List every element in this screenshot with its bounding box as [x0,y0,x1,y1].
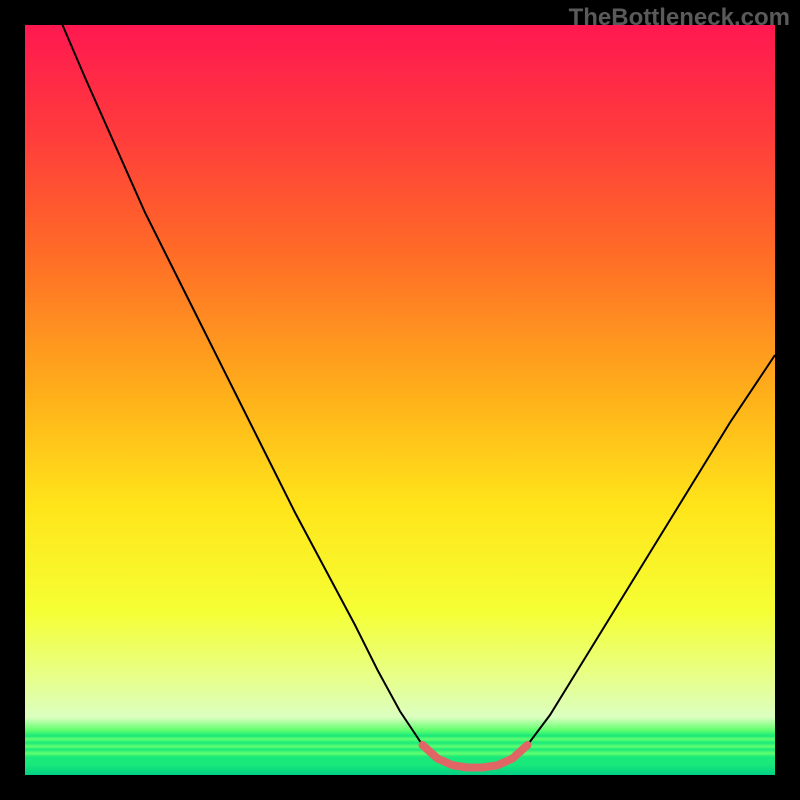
chart-plot-area [25,25,775,775]
watermark-text: TheBottleneck.com [569,4,790,32]
bottleneck-chart [25,25,775,775]
chart-background [25,25,775,775]
